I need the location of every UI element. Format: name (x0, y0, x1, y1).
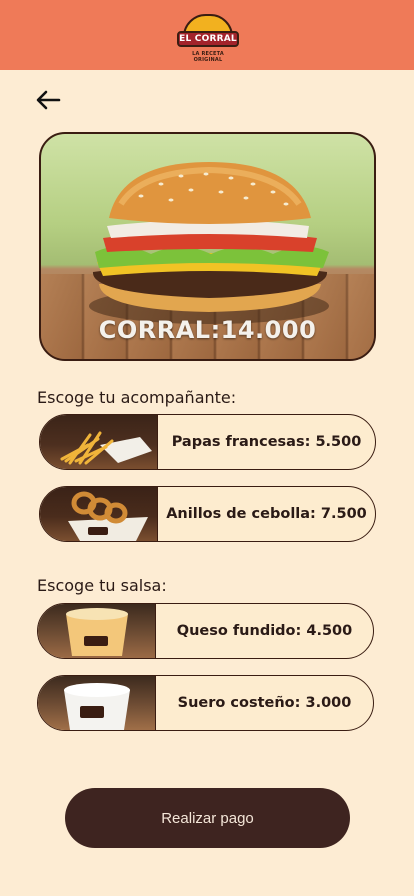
side-option-onion-rings[interactable]: Anillos de cebolla: 7.500 (39, 486, 376, 542)
product-hero-image: CORRAL:14.000 (39, 132, 376, 361)
sauces-section-label: Escoge tu salsa: (37, 576, 167, 595)
product-price: CORRAL:14.000 (98, 316, 317, 344)
side-option-label: Papas francesas: 5.500 (171, 434, 362, 450)
side-option-fries[interactable]: Papas francesas: 5.500 (39, 414, 376, 470)
side-option-label: Anillos de cebolla: 7.500 (166, 506, 367, 522)
arrow-left-icon (36, 90, 61, 110)
sauce-option-cheese[interactable]: Queso fundido: 4.500 (37, 603, 374, 659)
fries-image (40, 415, 158, 469)
sauce-option-label: Queso fundido: 4.500 (176, 623, 353, 639)
pay-button[interactable]: Realizar pago (65, 788, 350, 848)
suero-sauce-image (38, 676, 156, 730)
back-button[interactable] (35, 88, 61, 112)
logo-tagline: LA RECETA ORIGINAL (192, 51, 224, 63)
app-header: EL CORRAL LA RECETA ORIGINAL (0, 0, 414, 70)
onion-rings-image (40, 487, 158, 541)
sauce-option-suero[interactable]: Suero costeño: 3.000 (37, 675, 374, 731)
sauce-option-label: Suero costeño: 3.000 (177, 695, 352, 711)
sides-section-label: Escoge tu acompañante: (37, 388, 237, 407)
cheese-sauce-image (38, 604, 156, 658)
logo-brand-name: EL CORRAL (177, 31, 239, 47)
el-corral-logo: EL CORRAL LA RECETA ORIGINAL (177, 14, 239, 63)
